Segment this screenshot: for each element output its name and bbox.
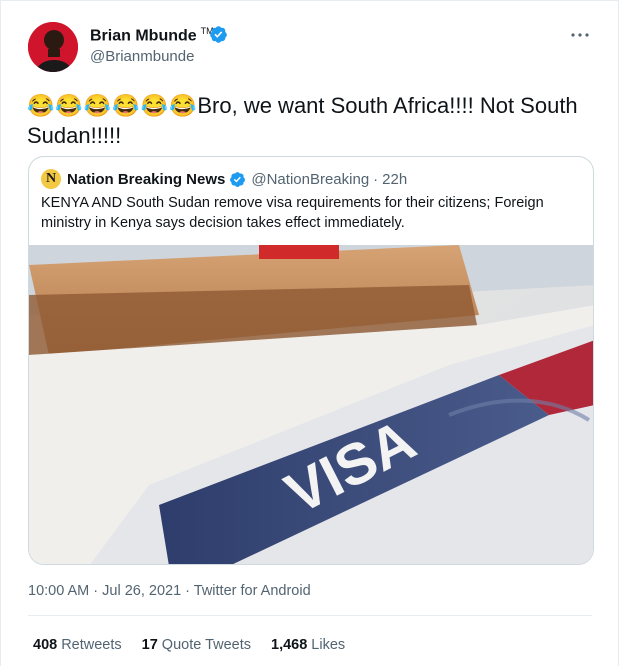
quote-tweets-label: Quote Tweets: [161, 637, 251, 653]
author-handle[interactable]: @Brianmbunde: [90, 48, 194, 65]
quoted-avatar: N: [41, 169, 61, 189]
quoted-handle: @NationBreaking: [251, 170, 370, 188]
author-name-text: Brian Mbunde: [90, 27, 197, 45]
retweets-count: 408: [33, 637, 58, 653]
quote-tweets-stat[interactable]: 17 Quote Tweets: [142, 637, 251, 653]
retweets-label: Retweets: [61, 637, 122, 653]
engagement-stats: 408 Retweets 17 Quote Tweets 1,468 Likes: [33, 637, 345, 653]
tweet-meta-line[interactable]: 10:00 AM · Jul 26, 2021 · Twitter for An…: [28, 583, 311, 599]
laughing-emoji-run: 😂😂😂😂😂😂: [27, 93, 198, 118]
quoted-tweet-card[interactable]: N Nation Breaking News @NationBreaking ·…: [28, 156, 594, 565]
verified-badge-icon: [210, 26, 227, 43]
quoted-separator: ·: [373, 170, 379, 188]
likes-label: Likes: [311, 637, 346, 653]
quoted-display-name: Nation Breaking News: [67, 170, 226, 188]
quote-tweets-count: 17: [141, 637, 158, 653]
divider: [28, 615, 592, 616]
quoted-tweet-text: KENYA AND South Sudan remove visa requir…: [41, 195, 544, 231]
author-display-name[interactable]: Brian Mbunde TM: [90, 26, 214, 45]
visa-stamp-image[interactable]: VISA: [29, 245, 594, 565]
tweet-text: 😂😂😂😂😂😂Bro, we want South Africa!!!! Not …: [27, 91, 587, 151]
tweet-container: Brian Mbunde TM @Brianmbunde 😂😂😂😂😂😂Bro, w…: [0, 0, 619, 666]
quoted-verified-badge-icon: [230, 171, 246, 187]
quoted-tweet-header: N Nation Breaking News @NationBreaking ·…: [41, 169, 407, 189]
retweets-stat[interactable]: 408 Retweets: [33, 637, 122, 653]
likes-count: 1,468: [271, 637, 308, 653]
more-options-icon[interactable]: [568, 25, 592, 45]
quoted-timestamp: 22h: [382, 170, 408, 188]
avatar-image: [28, 22, 78, 72]
avatar[interactable]: [28, 22, 78, 72]
likes-stat[interactable]: 1,468 Likes: [271, 637, 345, 653]
